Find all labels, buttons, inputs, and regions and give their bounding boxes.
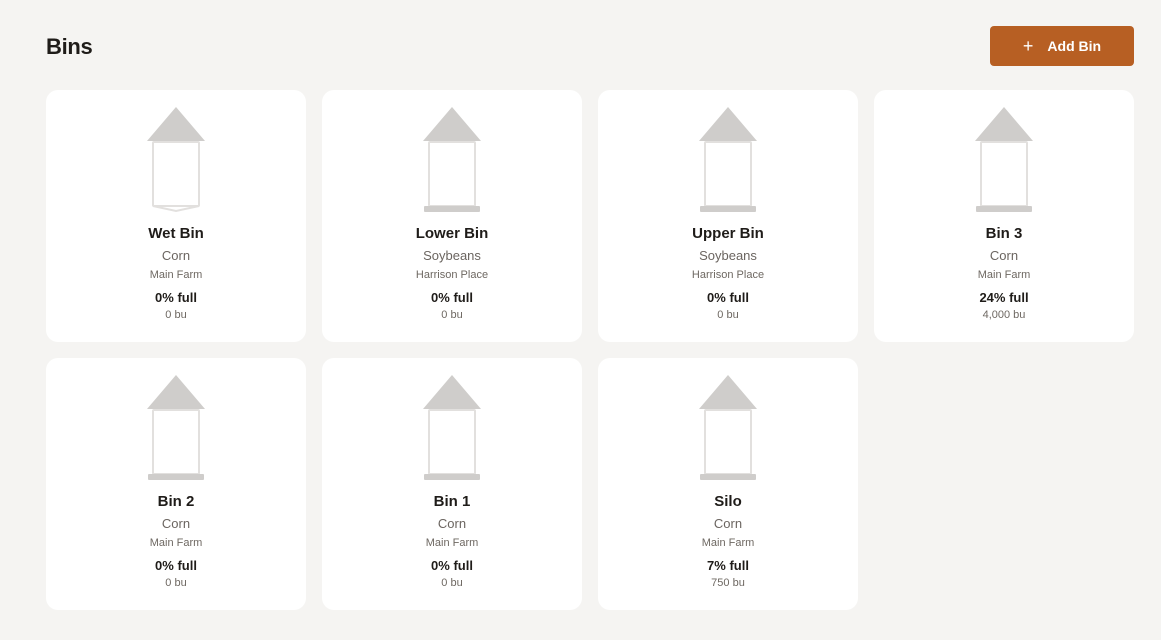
bin-card[interactable]: Bin 1 Corn Main Farm 0% full 0 bu — [322, 358, 582, 610]
bin-fill: 0% full — [155, 290, 197, 305]
bin-card[interactable]: Bin 2 Corn Main Farm 0% full 0 bu — [46, 358, 306, 610]
bin-card[interactable]: Upper Bin Soybeans Harrison Place 0% full 0 … — [598, 90, 858, 342]
bin-name: Wet Bin — [148, 225, 204, 242]
bin-fill: 7% full — [707, 558, 749, 573]
bin-name: Silo — [714, 493, 742, 510]
bin-farm: Main Farm — [977, 269, 1031, 281]
bin-crop: Corn — [161, 248, 191, 263]
bin-card[interactable]: Bin 3 Corn Main Farm 24% full 4,000 bu — [874, 90, 1134, 342]
bin-fill: 0% full — [707, 290, 749, 305]
bin-fill: 0% full — [431, 558, 473, 573]
bin-fill: 0% full — [431, 290, 473, 305]
bin-bushels: 0 bu — [441, 309, 463, 321]
grain-bin-icon — [423, 375, 481, 480]
bin-fill: 24% full — [979, 290, 1029, 305]
grain-bin-icon — [699, 107, 757, 212]
bin-bushels: 0 bu — [165, 577, 187, 589]
bin-body — [704, 409, 752, 475]
bin-roof — [699, 375, 757, 409]
bin-bushels: 0 bu — [165, 309, 187, 321]
grain-bin-icon — [147, 107, 205, 213]
bin-bushels: 0 bu — [441, 577, 463, 589]
bin-base — [700, 474, 756, 480]
bin-name: Bin 2 — [157, 493, 195, 510]
bin-card[interactable]: Silo Corn Main Farm 7% full 750 bu — [598, 358, 858, 610]
bin-roof — [975, 107, 1033, 141]
bin-farm: Harrison Place — [415, 269, 489, 281]
bin-base — [700, 206, 756, 212]
bin-crop: Corn — [713, 516, 743, 531]
bin-bushels: 750 bu — [711, 577, 745, 589]
bin-name: Bin 1 — [433, 493, 471, 510]
bin-farm: Main Farm — [701, 537, 755, 549]
bin-roof — [147, 375, 205, 409]
bin-fill: 0% full — [155, 558, 197, 573]
bin-roof — [423, 375, 481, 409]
bin-card[interactable]: Lower Bin Soybeans Harrison Place 0% full 0 … — [322, 90, 582, 342]
bin-base — [976, 206, 1032, 212]
add-bin-label: Add Bin — [1047, 38, 1102, 54]
bin-body — [152, 141, 200, 207]
bin-body — [704, 141, 752, 207]
bin-base — [148, 474, 204, 480]
bin-name: Upper Bin — [692, 225, 764, 242]
bin-name: Bin 3 — [985, 225, 1023, 242]
page-title: Bins — [46, 34, 93, 59]
plus-icon: + — [1022, 36, 1034, 56]
grain-bin-icon — [423, 107, 481, 212]
bin-crop: Corn — [989, 248, 1019, 263]
grain-bin-icon — [147, 375, 205, 480]
bin-card[interactable]: Wet Bin Corn Main Farm 0% full 0 bu — [46, 90, 306, 342]
bin-body — [152, 409, 200, 475]
bin-fill-level — [706, 468, 750, 473]
bin-fill-level — [982, 190, 1026, 205]
bin-farm: Main Farm — [149, 537, 203, 549]
bin-base — [424, 474, 480, 480]
bin-crop: Soybeans — [699, 248, 757, 263]
bin-base — [424, 206, 480, 212]
bin-roof — [699, 107, 757, 141]
bins-grid: Wet Bin Corn Main Farm 0% full 0 bu Lower Bin… — [46, 90, 1134, 610]
grain-bin-icon — [975, 107, 1033, 212]
bin-bushels: 4,000 bu — [982, 309, 1026, 321]
bin-roof — [147, 107, 205, 141]
bin-roof — [423, 107, 481, 141]
bin-farm: Main Farm — [425, 537, 479, 549]
bin-body — [428, 141, 476, 207]
bin-bushels: 0 bu — [717, 309, 739, 321]
bin-crop: Corn — [437, 516, 467, 531]
bin-farm: Harrison Place — [691, 269, 765, 281]
add-bin-button[interactable]: + Add Bin — [990, 26, 1134, 66]
bin-crop: Soybeans — [423, 248, 481, 263]
bin-name: Lower Bin — [415, 225, 489, 242]
bin-farm: Main Farm — [149, 269, 203, 281]
grain-bin-icon — [699, 375, 757, 480]
bin-body — [428, 409, 476, 475]
bins-page: Bins + Add Bin Wet Bin Corn Main Farm 0% fu… — [0, 0, 1161, 640]
bin-crop: Corn — [161, 516, 191, 531]
